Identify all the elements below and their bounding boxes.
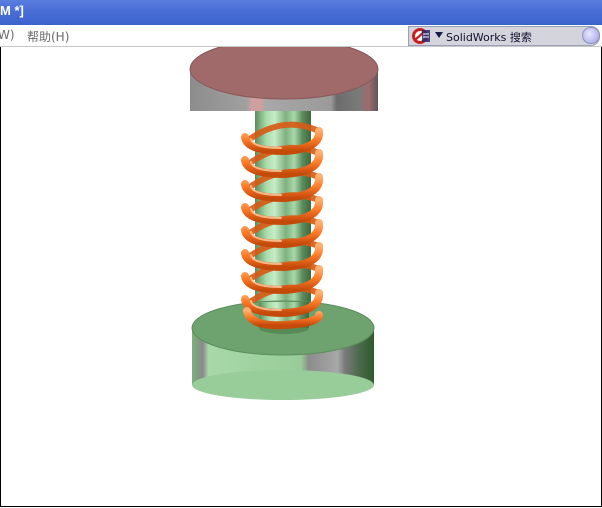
search-label: SolidWorks 搜索 — [446, 31, 532, 44]
spring-assembly-model — [189, 47, 379, 400]
search-go-icon[interactable] — [582, 27, 600, 44]
solidworks-logo-icon[interactable] — [409, 26, 435, 46]
window-title: M *] — [0, 3, 24, 18]
solidworks-search[interactable]: SolidWorks 搜索 — [408, 26, 600, 46]
menu-item-help[interactable]: 帮助(H) — [27, 28, 69, 45]
menu-item-window[interactable]: W) — [0, 28, 15, 42]
graphics-viewport[interactable] — [0, 47, 602, 507]
dropdown-arrow-icon[interactable] — [435, 32, 443, 38]
top-plate — [189, 47, 379, 111]
title-bar: M *] — [0, 0, 602, 26]
